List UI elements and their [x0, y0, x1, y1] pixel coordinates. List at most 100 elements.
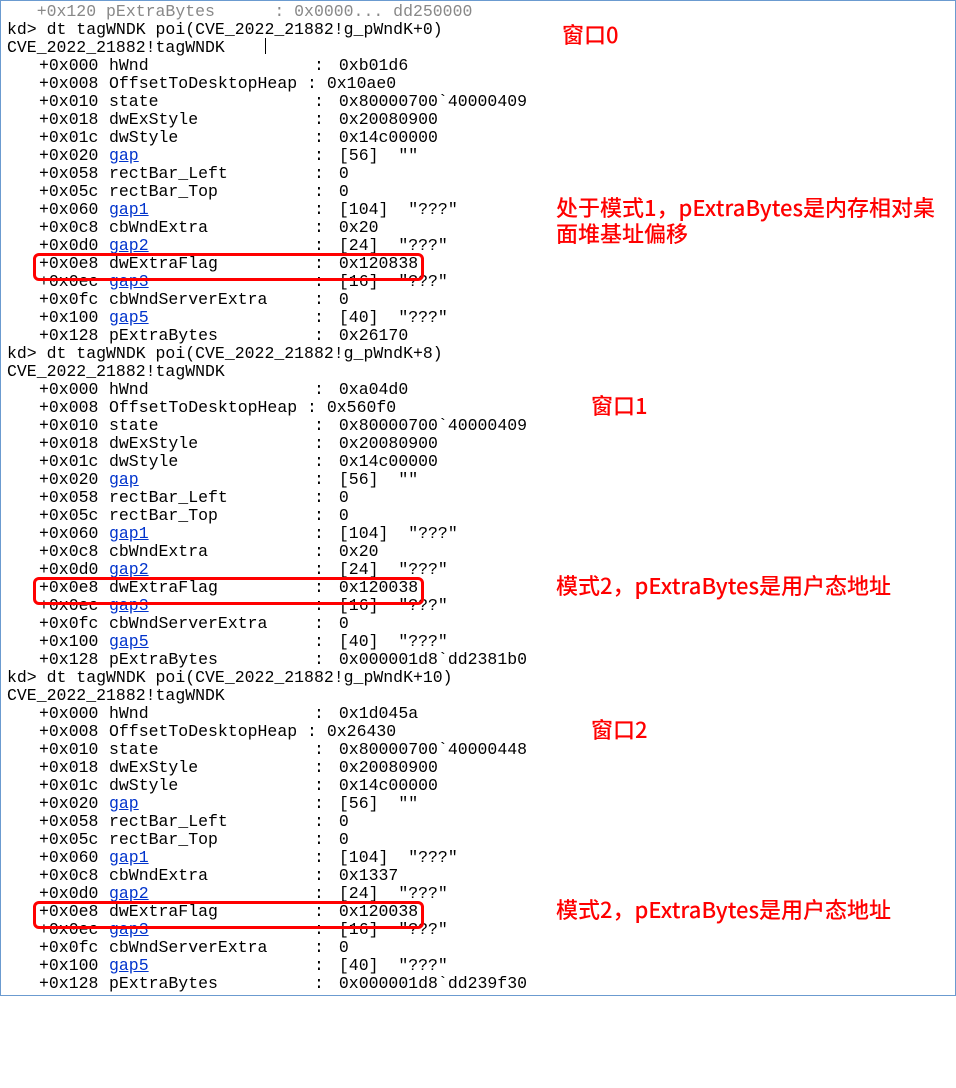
field-name: cbWndServerExtra	[109, 614, 267, 633]
field-value: [24] "???"	[339, 561, 448, 579]
colon: :	[309, 273, 329, 291]
colon: :	[309, 615, 329, 633]
field-value: [56] ""	[339, 147, 418, 165]
output-line: +0x100gap5: [40] "???"	[7, 957, 955, 975]
output-line: +0x120 pExtraBytes : 0x0000... dd250000	[7, 3, 955, 21]
colon: :	[309, 903, 329, 921]
window1-label: 窗口1	[591, 392, 648, 418]
output-line: +0x060gap1: [104] "???"	[7, 525, 955, 543]
field-offset: +0x020	[39, 795, 109, 813]
output-line: kd> dt tagWNDK poi(CVE_2022_21882!g_pWnd…	[7, 669, 955, 687]
field-value: [104] "???"	[339, 849, 458, 867]
field-value: 0	[339, 291, 349, 309]
colon: :	[309, 507, 329, 525]
struct-header: CVE_2022_21882!tagWNDK	[7, 38, 225, 57]
field-link[interactable]: gap1	[109, 524, 149, 543]
field-offset: +0x100	[39, 309, 109, 327]
field-link[interactable]: gap5	[109, 632, 149, 651]
colon: :	[309, 813, 329, 831]
field-value: 0x20	[339, 543, 379, 561]
colon: :	[309, 633, 329, 651]
field-name: cbWndServerExtra	[109, 938, 267, 957]
prompt: kd> dt tagWNDK poi(CVE_2022_21882!g_pWnd…	[7, 20, 443, 39]
field-offset: +0x058	[39, 165, 109, 183]
field-offset: +0x0c8	[39, 867, 109, 885]
output-line: +0x128pExtraBytes: 0x000001d8`dd239f30	[7, 975, 955, 993]
output-line: CVE_2022_21882!tagWNDK	[7, 363, 955, 381]
annotation-mode2b: 模式2，pExtraBytes是用户态地址	[556, 896, 936, 922]
field-offset: +0x058	[39, 489, 109, 507]
field-offset: +0x000	[39, 57, 109, 75]
output-line: +0x0c8cbWndExtra: 0x20	[7, 543, 955, 561]
field-link[interactable]: gap1	[109, 848, 149, 867]
prompt: kd> dt tagWNDK poi(CVE_2022_21882!g_pWnd…	[7, 344, 443, 363]
debugger-output[interactable]: +0x120 pExtraBytes : 0x0000... dd250000k…	[7, 3, 955, 993]
colon: :	[309, 129, 329, 147]
field-value: 0x26170	[339, 327, 408, 345]
output-line: +0x000hWnd: 0x1d045a	[7, 705, 955, 723]
output-line: +0x100gap5: [40] "???"	[7, 633, 955, 651]
colon: :	[309, 705, 329, 723]
field-offset: +0x0fc	[39, 291, 109, 309]
output-line: +0x0fccbWndServerExtra: 0	[7, 939, 955, 957]
colon: :	[309, 651, 329, 669]
field-link[interactable]: gap3	[109, 272, 149, 291]
field-offset: +0x010	[39, 417, 109, 435]
field-link[interactable]: gap3	[109, 596, 149, 615]
field-offset: +0x008	[39, 399, 109, 417]
field-name: pExtraBytes	[109, 974, 218, 993]
field-name: OffsetToDesktopHeap	[109, 74, 297, 93]
field-name: state	[109, 416, 159, 435]
field-offset: +0x0fc	[39, 615, 109, 633]
field-link[interactable]: gap5	[109, 308, 149, 327]
colon: :	[297, 398, 327, 417]
field-link[interactable]: gap3	[109, 920, 149, 939]
field-name: hWnd	[109, 56, 149, 75]
field-offset: +0x100	[39, 633, 109, 651]
field-link[interactable]: gap5	[109, 956, 149, 975]
field-value: 0x20	[339, 219, 379, 237]
field-offset: +0x05c	[39, 831, 109, 849]
field-value: [16] "???"	[339, 597, 448, 615]
field-link[interactable]: gap	[109, 470, 139, 489]
struct-header: CVE_2022_21882!tagWNDK	[7, 686, 225, 705]
field-link[interactable]: gap	[109, 794, 139, 813]
field-value: 0	[339, 507, 349, 525]
field-offset: +0x020	[39, 147, 109, 165]
output-line: +0x058rectBar_Left: 0	[7, 165, 955, 183]
field-value: 0x20080900	[339, 111, 438, 129]
colon: :	[309, 939, 329, 957]
field-value: [104] "???"	[339, 201, 458, 219]
field-link[interactable]: gap2	[109, 560, 149, 579]
field-link[interactable]: gap2	[109, 884, 149, 903]
field-offset: +0x01c	[39, 453, 109, 471]
field-name: pExtraBytes	[109, 326, 218, 345]
field-value: 0x20080900	[339, 435, 438, 453]
field-name: hWnd	[109, 380, 149, 399]
colon: :	[309, 525, 329, 543]
colon: :	[309, 435, 329, 453]
output-line: CVE_2022_21882!tagWNDK	[7, 39, 955, 57]
field-offset: +0x0d0	[39, 237, 109, 255]
colon: :	[309, 57, 329, 75]
field-offset: +0x100	[39, 957, 109, 975]
field-value: 0x14c00000	[339, 129, 438, 147]
output-line: kd> dt tagWNDK poi(CVE_2022_21882!g_pWnd…	[7, 21, 955, 39]
colon: :	[309, 417, 329, 435]
field-name: OffsetToDesktopHeap	[109, 398, 297, 417]
field-link[interactable]: gap2	[109, 236, 149, 255]
output-line: +0x000hWnd: 0xb01d6	[7, 57, 955, 75]
field-offset: +0x0e8	[39, 579, 109, 597]
field-name: rectBar_Left	[109, 488, 228, 507]
colon: :	[309, 327, 329, 345]
field-offset: +0x128	[39, 651, 109, 669]
field-value: [24] "???"	[339, 885, 448, 903]
colon: :	[309, 849, 329, 867]
colon: :	[309, 255, 329, 273]
field-value: 0	[339, 831, 349, 849]
field-link[interactable]: gap1	[109, 200, 149, 219]
field-value: [40] "???"	[339, 633, 448, 651]
output-line: +0x060gap1: [104] "???"	[7, 849, 955, 867]
colon: :	[309, 795, 329, 813]
field-link[interactable]: gap	[109, 146, 139, 165]
